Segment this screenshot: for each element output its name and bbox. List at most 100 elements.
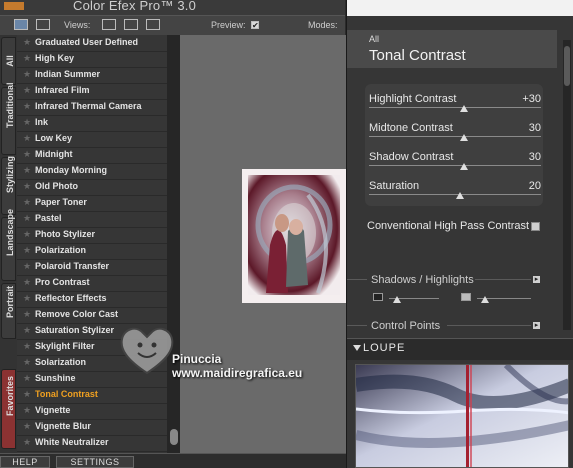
favorite-star-icon[interactable]: ★ [23,325,31,336]
image-view-icon[interactable] [14,19,28,30]
filter-list-item[interactable]: ★ Graduated User Defined [17,35,167,52]
slider-track[interactable] [369,194,541,195]
favorite-star-icon[interactable]: ★ [23,245,31,256]
scrollbar-thumb[interactable] [170,429,178,445]
favorite-star-icon[interactable]: ★ [23,309,31,320]
favorite-star-icon[interactable]: ★ [23,405,31,416]
favorite-star-icon[interactable]: ★ [23,373,31,384]
favorite-star-icon[interactable]: ★ [23,69,31,80]
filter-list-item[interactable]: ★ Low Key [17,131,167,148]
filter-list-item[interactable]: ★ Monday Morning [17,163,167,180]
tab-stylizing[interactable]: Stylizing [1,156,16,215]
tab-all[interactable]: All [1,37,16,85]
favorite-star-icon[interactable]: ★ [23,229,31,240]
loupe-view[interactable] [355,364,569,468]
favorite-star-icon[interactable]: ★ [23,357,31,368]
filter-name: Reflector Effects [35,293,107,303]
favorite-star-icon[interactable]: ★ [23,101,31,112]
side-by-side-view-icon[interactable] [146,19,160,30]
tab-landscape[interactable]: Landscape [1,209,16,281]
slider-handle[interactable] [459,163,468,170]
filter-name: Vignette Blur [35,421,91,431]
filter-name: Infrared Film [35,85,90,95]
shadows-slider-handle[interactable] [393,296,401,303]
loupe-header[interactable]: LOUPE [347,338,573,360]
filter-list-item[interactable]: ★ Infrared Film [17,83,167,100]
filter-list-item[interactable]: ★ Pro Contrast [17,275,167,292]
filter-list-item[interactable]: ★ Polaroid Transfer [17,259,167,276]
filter-list-item[interactable]: ★ Ink [17,115,167,132]
filter-list-item[interactable]: ★ Midnight [17,147,167,164]
favorite-star-icon[interactable]: ★ [23,437,31,448]
filter-list-item[interactable]: ★ Polarization [17,243,167,260]
favorite-star-icon[interactable]: ★ [23,197,31,208]
watermark: Pinuccia www.maidiregrafica.eu [172,352,302,380]
panel-scrollbar-thumb[interactable] [564,46,570,86]
filter-list-item[interactable]: ★ Old Photo [17,179,167,196]
favorite-star-icon[interactable]: ★ [23,37,31,48]
collapse-triangle-icon [353,345,361,351]
list-view-icon[interactable] [36,19,50,30]
title-bar: Color Efex Pro™ 3.0 Views: Preview: ✔ Mo… [0,0,345,35]
slider-handle[interactable] [459,134,468,141]
tab-favorites[interactable]: Favorites [1,369,16,449]
filter-list-item[interactable]: ★ Remove Color Cast [17,307,167,324]
favorite-star-icon[interactable]: ★ [23,165,31,176]
filter-name: Tonal Contrast [35,389,98,399]
filter-list-item[interactable]: ★ Pastel [17,211,167,228]
preview-label: Preview: [211,20,246,30]
favorite-star-icon[interactable]: ★ [23,149,31,160]
favorite-star-icon[interactable]: ★ [23,213,31,224]
filter-list-item[interactable]: ★ Vignette [17,403,167,420]
filter-list-scrollbar[interactable] [167,35,180,453]
slider-track[interactable] [369,165,541,166]
filter-list-item[interactable]: ★ White Neutralizer [17,435,167,452]
favorite-star-icon[interactable]: ★ [23,53,31,64]
bottom-bar: HELP SETTINGS [0,453,346,468]
tab-traditional[interactable]: Traditional [1,82,16,155]
slider-value: +30 [522,93,541,105]
preview-checkbox[interactable]: ✔ [251,21,259,30]
filter-list-item[interactable]: ★ Infrared Thermal Camera [17,99,167,116]
favorite-star-icon[interactable]: ★ [23,133,31,144]
expand-shadows-highlights-button[interactable]: ▸ [533,276,540,283]
help-button[interactable]: HELP [0,456,50,468]
views-label: Views: [64,20,91,30]
filter-name: Polaroid Transfer [35,261,110,271]
filter-list-item[interactable]: ★ Indian Summer [17,67,167,84]
tab-portrait[interactable]: Portrait [1,283,16,339]
filter-name: High Key [35,53,75,63]
settings-button[interactable]: SETTINGS [56,456,134,468]
heart-logo-icon [120,327,174,375]
high-pass-checkbox[interactable] [531,222,540,231]
slider-track[interactable] [369,107,541,108]
favorite-star-icon[interactable]: ★ [23,117,31,128]
favorite-star-icon[interactable]: ★ [23,389,31,400]
favorite-star-icon[interactable]: ★ [23,421,31,432]
slider-handle[interactable] [459,105,468,112]
slider-track[interactable] [369,136,541,137]
slider-row: Highlight Contrast +30 [369,93,541,113]
slider-value: 20 [528,180,541,192]
section-divider [347,325,367,326]
favorite-star-icon[interactable]: ★ [23,341,31,352]
highlights-slider-handle[interactable] [481,296,489,303]
filter-list-item[interactable]: ★ Paper Toner [17,195,167,212]
favorite-star-icon[interactable]: ★ [23,85,31,96]
favorite-star-icon[interactable]: ★ [23,261,31,272]
panel-scrollbar[interactable] [563,40,571,330]
filter-header: All Tonal Contrast [347,30,557,68]
filter-list-item[interactable]: ★ Photo Stylizer [17,227,167,244]
filter-list-item[interactable]: ★ High Key [17,51,167,68]
favorite-star-icon[interactable]: ★ [23,181,31,192]
expand-control-points-button[interactable]: ▸ [533,322,540,329]
single-view-icon[interactable] [102,19,116,30]
favorite-star-icon[interactable]: ★ [23,293,31,304]
filter-list-item[interactable]: ★ Tonal Contrast [17,387,167,404]
favorite-star-icon[interactable]: ★ [23,277,31,288]
filter-list-item[interactable]: ★ Reflector Effects [17,291,167,308]
filter-list-item[interactable]: ★ Vignette Blur [17,419,167,436]
split-view-icon[interactable] [124,19,138,30]
slider-handle[interactable] [456,192,465,199]
preview-area[interactable] [180,35,346,453]
